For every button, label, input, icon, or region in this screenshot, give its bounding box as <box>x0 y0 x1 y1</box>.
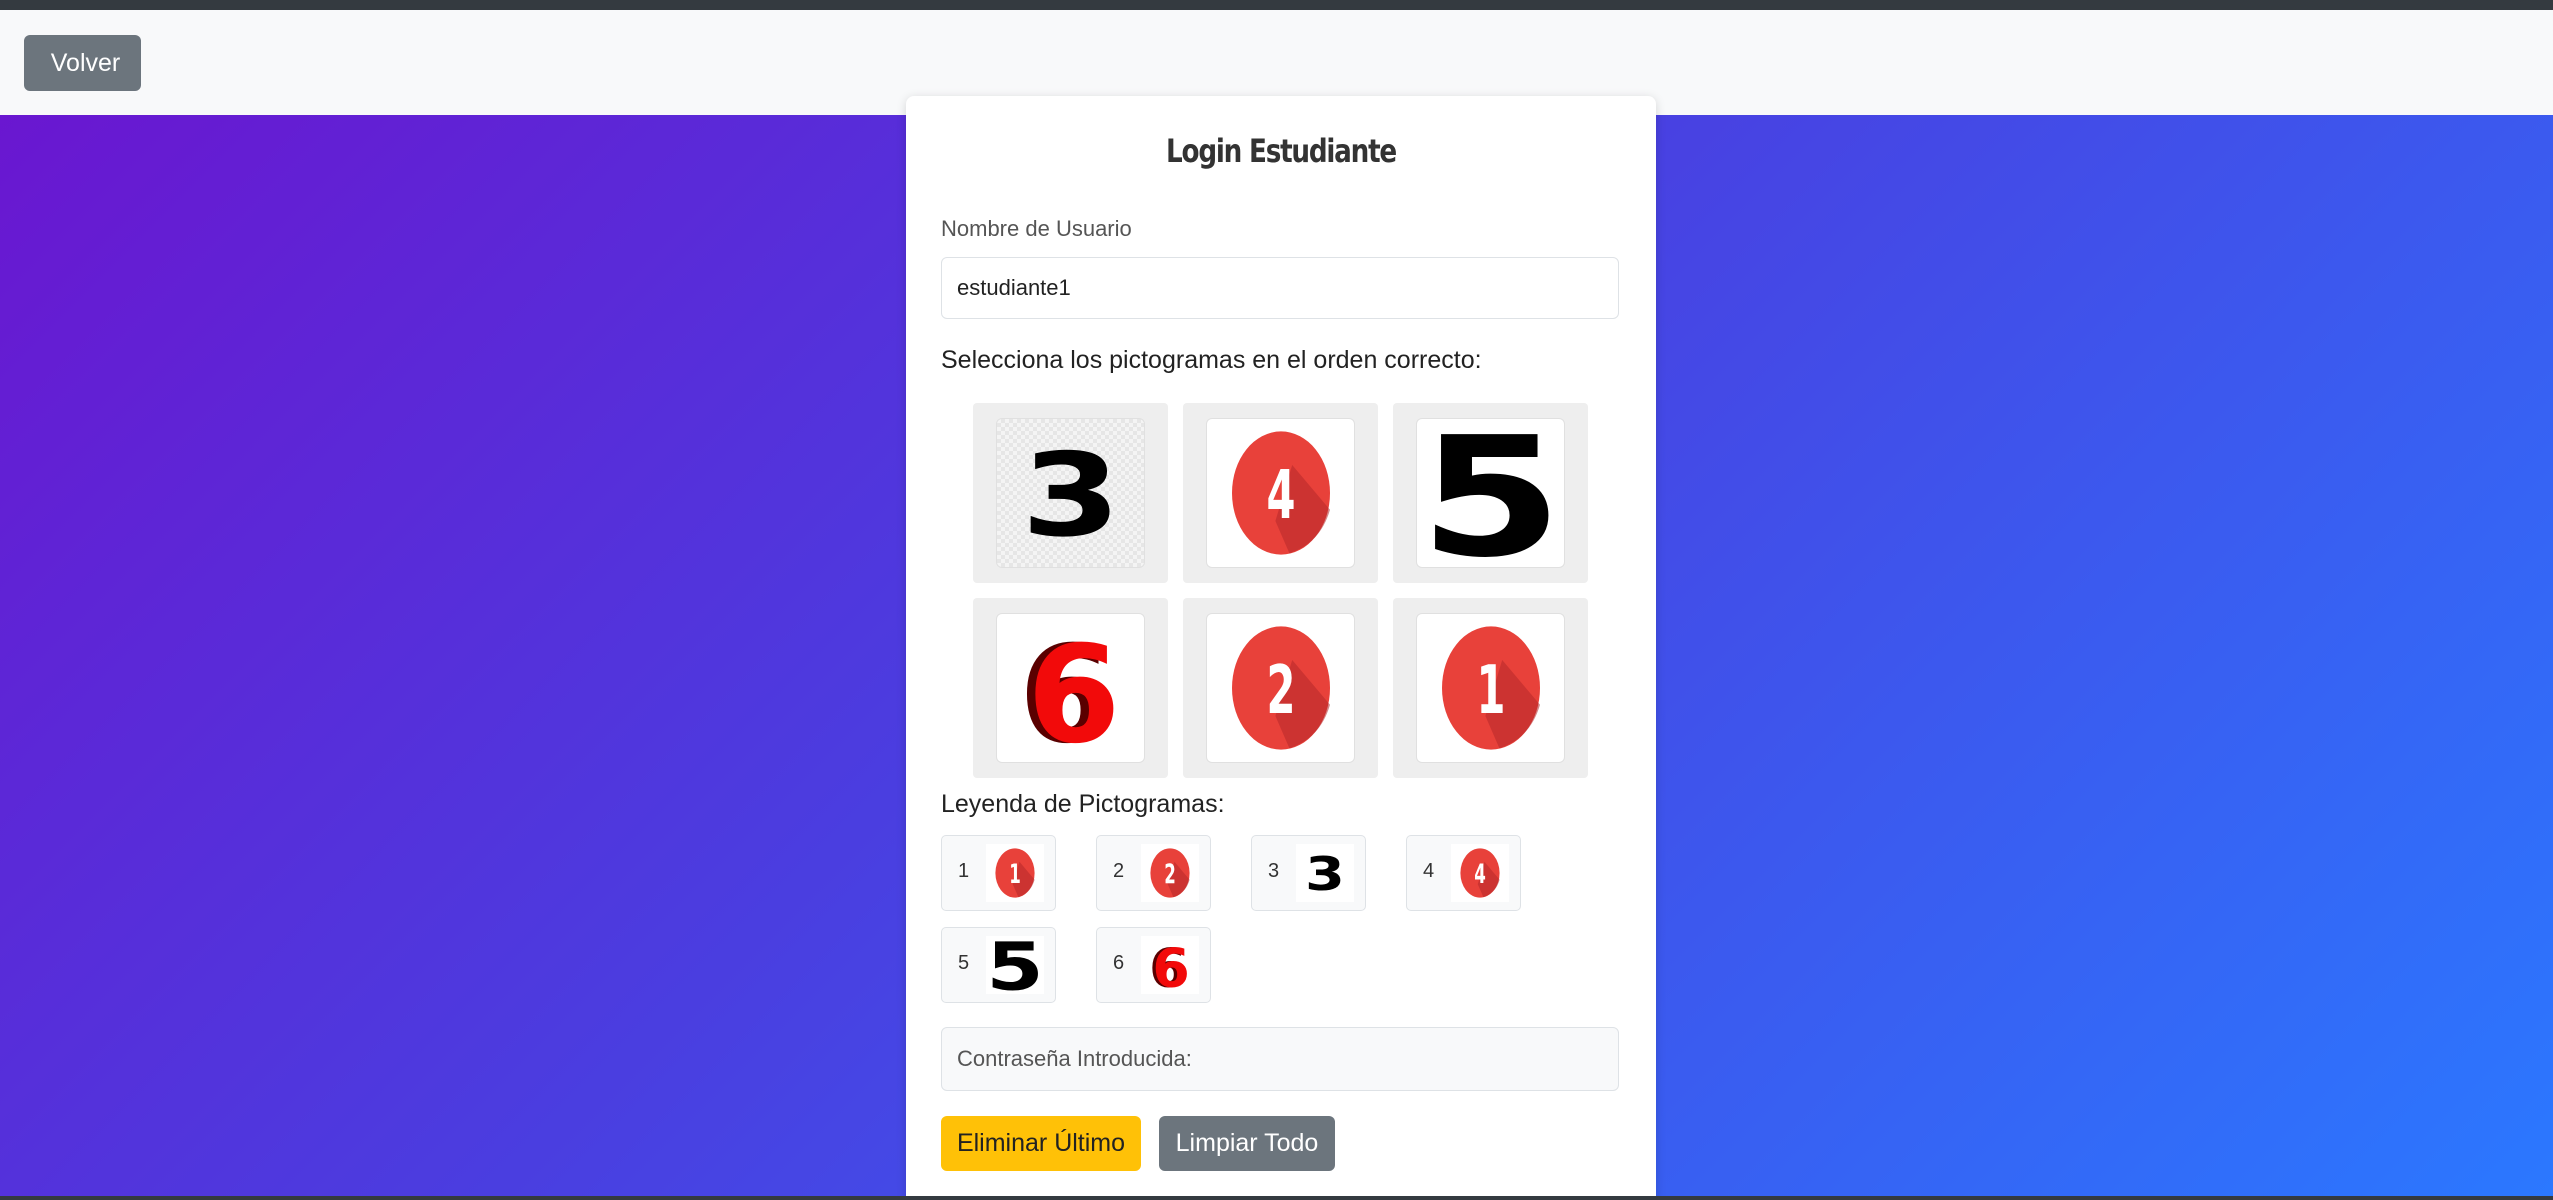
svg-text:6: 6 <box>1152 937 1189 993</box>
legend-pictogram: 1 <box>986 844 1044 902</box>
legend-item-4: 44 <box>1406 835 1521 911</box>
login-card: Login Estudiante Nombre de Usuario Selec… <box>906 96 1656 1200</box>
legend-item-1: 11 <box>941 835 1056 911</box>
number-1-pictogram-icon: 1 <box>1441 626 1540 750</box>
legend-pictogram: 2 <box>1141 844 1199 902</box>
number-2-pictogram-icon: 2 <box>1150 848 1190 898</box>
svg-text:4: 4 <box>1474 859 1486 890</box>
legend-item-5: 55 <box>941 927 1056 1003</box>
pictogram-button-1[interactable]: 1 <box>1393 598 1588 778</box>
legend-number: 1 <box>958 860 970 882</box>
pictogram-image: 5 <box>1416 418 1565 568</box>
svg-text:5: 5 <box>1421 423 1561 563</box>
pictogram-button-6[interactable]: 66 <box>973 598 1168 778</box>
legend-title: Leyenda de Pictogramas: <box>941 790 1225 818</box>
top-dark-strip <box>0 0 2553 10</box>
number-3-pictogram-icon: 3 <box>1305 848 1345 901</box>
legend-pictogram: 66 <box>1141 936 1199 994</box>
pictogram-image: 4 <box>1206 418 1355 568</box>
number-5-pictogram-icon: 5 <box>1421 423 1561 563</box>
svg-text:1: 1 <box>1009 859 1021 890</box>
legend-item-3: 33 <box>1251 835 1366 911</box>
username-label: Nombre de Usuario <box>941 216 1132 241</box>
legend-number: 3 <box>1268 860 1280 882</box>
legend-pictogram: 4 <box>1451 844 1509 902</box>
svg-text:3: 3 <box>1021 428 1121 562</box>
number-4-pictogram-icon: 4 <box>1231 431 1330 555</box>
pictogram-button-4[interactable]: 4 <box>1183 403 1378 583</box>
svg-text:6: 6 <box>1027 618 1121 758</box>
legend-number: 2 <box>1113 860 1125 882</box>
number-2-pictogram-icon: 2 <box>1231 626 1330 750</box>
number-6-pictogram-icon: 66 <box>1018 618 1121 758</box>
pictogram-button-5[interactable]: 5 <box>1393 403 1588 583</box>
legend-pictogram: 3 <box>1296 844 1354 902</box>
pictogram-image: 2 <box>1206 613 1355 763</box>
number-6-pictogram-icon: 66 <box>1149 937 1190 993</box>
username-input[interactable] <box>941 257 1619 319</box>
legend-number: 4 <box>1423 860 1435 882</box>
number-1-pictogram-icon: 1 <box>995 848 1035 898</box>
legend-pictogram: 5 <box>986 936 1044 994</box>
instruction-text: Selecciona los pictogramas en el orden c… <box>941 346 1482 374</box>
svg-text:5: 5 <box>987 937 1043 993</box>
legend-number: 6 <box>1113 952 1125 974</box>
clear-all-button[interactable]: Limpiar Todo <box>1159 1116 1335 1171</box>
page-title: Login Estudiante <box>1166 132 1397 170</box>
pictogram-image: 1 <box>1416 613 1565 763</box>
svg-text:2: 2 <box>1266 652 1295 730</box>
pictogram-image: 66 <box>996 613 1145 763</box>
number-3-pictogram-icon: 3 <box>1021 428 1121 562</box>
number-5-pictogram-icon: 5 <box>987 937 1043 993</box>
legend-item-6: 666 <box>1096 927 1211 1003</box>
pictogram-image: 3 <box>996 418 1145 568</box>
pictogram-button-2[interactable]: 2 <box>1183 598 1378 778</box>
number-4-pictogram-icon: 4 <box>1460 848 1500 898</box>
entered-password-field: Contraseña Introducida: <box>941 1027 1619 1091</box>
bottom-edge <box>0 1196 2553 1200</box>
svg-text:1: 1 <box>1476 652 1505 730</box>
svg-text:3: 3 <box>1305 848 1345 901</box>
svg-text:2: 2 <box>1164 859 1176 890</box>
entered-password-label: Contraseña Introducida: <box>957 1046 1192 1071</box>
svg-text:4: 4 <box>1266 457 1295 535</box>
legend-item-2: 22 <box>1096 835 1211 911</box>
pictogram-button-3[interactable]: 3 <box>973 403 1168 583</box>
legend-number: 5 <box>958 952 970 974</box>
delete-last-button[interactable]: Eliminar Último <box>941 1116 1141 1171</box>
back-button[interactable]: Volver <box>24 35 141 91</box>
